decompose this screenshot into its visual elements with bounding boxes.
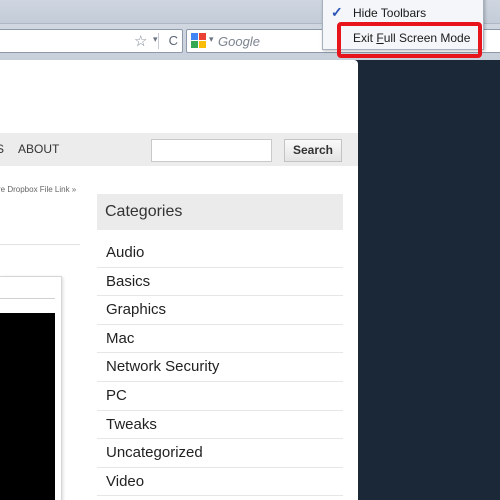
- bookmark-star-icon[interactable]: ☆: [134, 32, 147, 50]
- categories-heading: Categories: [105, 203, 183, 220]
- nav-item-about[interactable]: ABOUT: [18, 142, 59, 156]
- video-player[interactable]: [0, 313, 55, 500]
- categories-list: Audio Basics Graphics Mac Network Securi…: [97, 239, 343, 497]
- category-link[interactable]: Network Security: [97, 353, 343, 382]
- url-bar[interactable]: ☆ ▾ C: [0, 29, 183, 53]
- site-nav-bar: S ABOUT Search: [0, 133, 358, 166]
- checkmark-icon: ✓: [331, 4, 343, 20]
- google-logo-icon: [191, 33, 207, 49]
- category-link[interactable]: Basics: [97, 268, 343, 297]
- category-link[interactable]: Graphics: [97, 296, 343, 325]
- category-link[interactable]: Video: [97, 468, 343, 497]
- site-search-input[interactable]: [151, 139, 272, 162]
- category-link[interactable]: PC: [97, 382, 343, 411]
- category-link[interactable]: Tweaks: [97, 411, 343, 440]
- video-embed-box: [0, 276, 62, 500]
- nav-item-partial[interactable]: S: [0, 142, 4, 156]
- menu-item-label: Hide Toolbars: [353, 6, 427, 20]
- search-engine-dropdown-icon[interactable]: ▾: [209, 34, 214, 45]
- highlight-box: [337, 22, 482, 58]
- category-link[interactable]: Uncategorized: [97, 439, 343, 468]
- content-divider: [0, 244, 80, 245]
- dark-background-panel: [358, 60, 500, 500]
- category-link[interactable]: Audio: [97, 239, 343, 268]
- breadcrumb[interactable]: re Dropbox File Link »: [0, 185, 76, 194]
- url-separator: [158, 33, 159, 49]
- category-link[interactable]: Mac: [97, 325, 343, 354]
- categories-heading-box: Categories: [97, 194, 343, 230]
- url-dropdown-icon[interactable]: ▾: [153, 34, 158, 45]
- site-search-button[interactable]: Search: [284, 139, 342, 162]
- web-page: S ABOUT Search re Dropbox File Link » Ca…: [0, 60, 358, 500]
- video-box-divider: [0, 298, 55, 299]
- search-bar-placeholder: Google: [218, 34, 260, 49]
- reload-icon[interactable]: C: [169, 33, 178, 48]
